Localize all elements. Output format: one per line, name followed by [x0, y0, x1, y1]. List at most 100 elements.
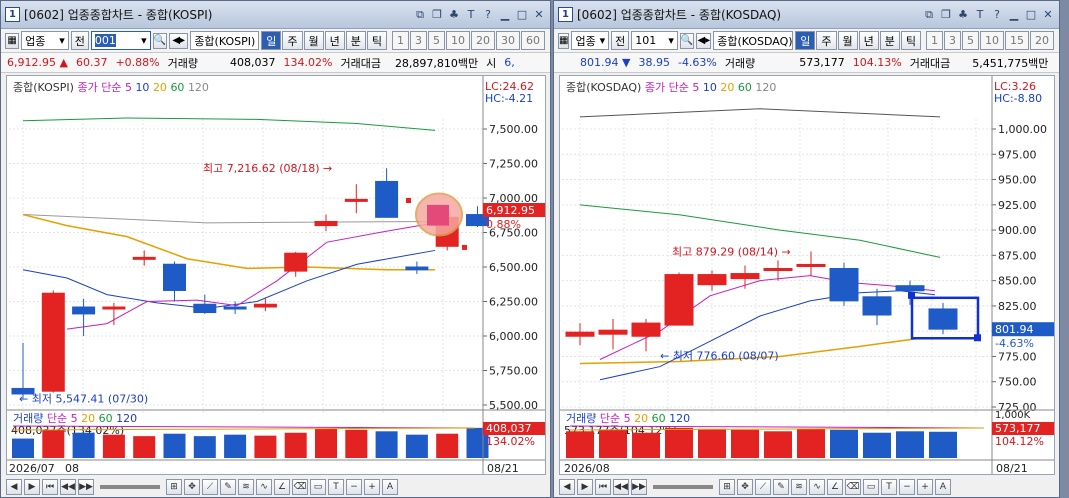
- interval-button-1[interactable]: 3: [944, 31, 961, 50]
- interval-button-5[interactable]: 20: [1030, 31, 1054, 50]
- interval-button-4[interactable]: 15: [1005, 31, 1029, 50]
- code-input[interactable]: 001 ▾: [90, 31, 151, 50]
- period-tab-0[interactable]: 일: [795, 31, 816, 50]
- period-tab-4[interactable]: 분: [345, 31, 366, 50]
- period-tab-1[interactable]: 주: [282, 31, 303, 50]
- title-bar[interactable]: 1 [0602] 업종종합차트 - 종합(KOSPI) ⧉ ❐ ♣ T ? ▁ …: [1, 1, 550, 29]
- font-icon[interactable]: A: [935, 479, 951, 495]
- font-icon[interactable]: A: [382, 479, 398, 495]
- volume-label: 거래량: [167, 56, 198, 70]
- rewind-icon[interactable]: ◀◀: [613, 479, 629, 495]
- price-chart-area[interactable]: 1,000.00 975.00 950.00 925.00 900.00 875.00 85…: [559, 75, 1055, 475]
- help-icon[interactable]: ?: [990, 7, 1004, 22]
- code-input[interactable]: 101 ▾: [631, 31, 678, 50]
- interval-button-5[interactable]: 30: [496, 31, 521, 50]
- zoom-slider[interactable]: [100, 485, 160, 489]
- zoom-out-icon[interactable]: −: [346, 479, 362, 495]
- kind-select[interactable]: 업종 ▾: [571, 31, 610, 50]
- minimize-icon[interactable]: ▁: [1007, 7, 1021, 22]
- speaker-icon[interactable]: ◀▸: [169, 32, 189, 49]
- kind-select[interactable]: 업종 ▾: [21, 31, 69, 50]
- interval-button-6[interactable]: 60: [521, 31, 546, 50]
- prev-icon[interactable]: ◀: [6, 479, 22, 495]
- play-first-icon[interactable]: ▶: [24, 479, 40, 495]
- first-icon[interactable]: ⏮: [42, 479, 58, 495]
- period-tab-2[interactable]: 월: [837, 31, 858, 50]
- copy-icon[interactable]: ❐: [939, 7, 953, 22]
- grid-icon[interactable]: ▦: [558, 32, 570, 49]
- minimize-icon[interactable]: ▁: [498, 7, 512, 22]
- tool-trend-icon[interactable]: ⟋: [202, 479, 218, 495]
- tool-draw-icon[interactable]: ✎: [773, 479, 789, 495]
- tool-trend-icon[interactable]: ⟋: [755, 479, 771, 495]
- search-icon[interactable]: 🔍: [152, 32, 168, 49]
- grid-icon[interactable]: ▦: [5, 32, 20, 49]
- text-icon[interactable]: T: [973, 7, 987, 22]
- tool-box-icon[interactable]: ▭: [310, 479, 326, 495]
- tool-text-icon[interactable]: T: [328, 479, 344, 495]
- tool-angle-icon[interactable]: ∠: [274, 479, 290, 495]
- prev-icon[interactable]: ◀: [559, 479, 575, 495]
- tool-wave-icon[interactable]: ∿: [809, 479, 825, 495]
- zoom-in-icon[interactable]: +: [364, 479, 380, 495]
- tool-box-icon[interactable]: ▭: [863, 479, 879, 495]
- link-icon[interactable]: ⧉: [413, 7, 427, 22]
- play-first-icon[interactable]: ▶: [577, 479, 593, 495]
- maximize-icon[interactable]: □: [515, 7, 529, 22]
- jeon-button[interactable]: 전: [70, 31, 89, 50]
- title-bar[interactable]: 1 [0602] 업종종합차트 - 종합(KOSDAQ) ⧉ ❐ ♣ T ? ▁…: [554, 1, 1059, 29]
- interval-button-3[interactable]: 10: [446, 31, 471, 50]
- tool-angle-icon[interactable]: ∠: [827, 479, 843, 495]
- tools-icon[interactable]: ♣: [956, 7, 970, 22]
- tool-pan-icon[interactable]: ✥: [184, 479, 200, 495]
- period-tab-4[interactable]: 분: [879, 31, 900, 50]
- period-tab-3[interactable]: 년: [858, 31, 879, 50]
- link-icon[interactable]: ⧉: [922, 7, 936, 22]
- y-tick-label: 750.00: [998, 376, 1037, 389]
- tool-erase-icon[interactable]: ⌫: [845, 479, 861, 495]
- search-icon[interactable]: 🔍: [679, 32, 695, 49]
- tools-icon[interactable]: ♣: [447, 7, 461, 22]
- volume-bar: [193, 436, 216, 458]
- period-tab-2[interactable]: 월: [303, 31, 324, 50]
- zoom-out-icon[interactable]: −: [899, 479, 915, 495]
- tool-pan-icon[interactable]: ✥: [737, 479, 753, 495]
- interval-button-0[interactable]: 1: [392, 31, 410, 50]
- tool-cross-icon[interactable]: ⊞: [719, 479, 735, 495]
- period-tab-5[interactable]: 틱: [366, 31, 388, 50]
- first-icon[interactable]: ⏮: [595, 479, 611, 495]
- kosdaq-candlestick-chart[interactable]: 1,000.00 975.00 950.00 925.00 900.00 875.00 85…: [560, 76, 1055, 475]
- rewind-icon[interactable]: ◀◀: [60, 479, 76, 495]
- help-icon[interactable]: ?: [481, 7, 495, 22]
- jeon-button[interactable]: 전: [611, 31, 630, 50]
- period-tab-3[interactable]: 년: [324, 31, 345, 50]
- close-icon[interactable]: ✕: [532, 7, 546, 22]
- interval-button-0[interactable]: 1: [926, 31, 943, 50]
- interval-button-2[interactable]: 5: [428, 31, 446, 50]
- speaker-icon[interactable]: ◀▸: [696, 32, 712, 49]
- forward-icon[interactable]: ▶▶: [78, 479, 94, 495]
- close-icon[interactable]: ✕: [1041, 7, 1055, 22]
- text-icon[interactable]: T: [464, 7, 478, 22]
- tool-fib-icon[interactable]: ≋: [791, 479, 807, 495]
- period-tab-1[interactable]: 주: [816, 31, 837, 50]
- kospi-candlestick-chart[interactable]: 7,500.007,250.007,000.006,750.006,500.00…: [7, 76, 546, 475]
- zoom-in-icon[interactable]: +: [917, 479, 933, 495]
- copy-icon[interactable]: ❐: [430, 7, 444, 22]
- maximize-icon[interactable]: □: [1024, 7, 1038, 22]
- tool-erase-icon[interactable]: ⌫: [292, 479, 308, 495]
- tool-wave-icon[interactable]: ∿: [256, 479, 272, 495]
- interval-button-3[interactable]: 10: [980, 31, 1004, 50]
- interval-button-2[interactable]: 5: [962, 31, 979, 50]
- tool-text-icon[interactable]: T: [881, 479, 897, 495]
- price-chart-area[interactable]: 7,500.00 7,250.00 7,000.00 6,750.00 6,500.00…: [6, 75, 546, 475]
- tool-fib-icon[interactable]: ≋: [238, 479, 254, 495]
- tool-cross-icon[interactable]: ⊞: [166, 479, 182, 495]
- interval-button-1[interactable]: 3: [410, 31, 428, 50]
- zoom-slider[interactable]: [653, 485, 713, 489]
- forward-icon[interactable]: ▶▶: [631, 479, 647, 495]
- period-tab-0[interactable]: 일: [261, 31, 282, 50]
- tool-draw-icon[interactable]: ✎: [220, 479, 236, 495]
- period-tab-5[interactable]: 틱: [900, 31, 921, 50]
- interval-button-4[interactable]: 20: [471, 31, 496, 50]
